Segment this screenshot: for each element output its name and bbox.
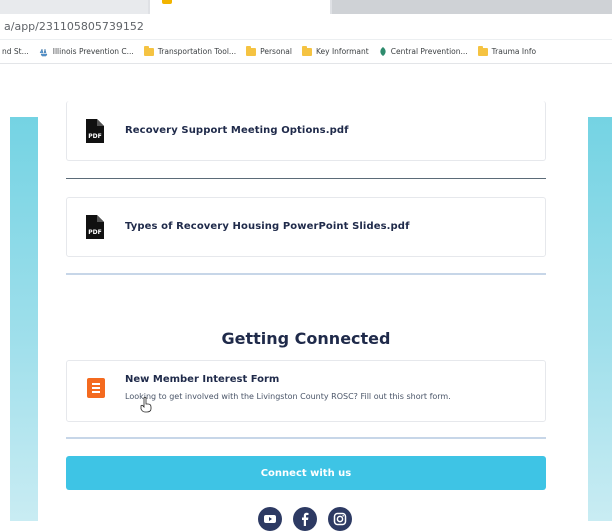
folder-icon	[246, 45, 257, 56]
bookmark-item[interactable]: Central Prevention...	[379, 46, 468, 57]
bookmark-item[interactable]: nd St...	[2, 47, 29, 56]
bookmark-label: Personal	[260, 47, 292, 56]
facebook-icon[interactable]	[293, 507, 317, 531]
file-name[interactable]: Recovery Support Meeting Options.pdf	[125, 125, 349, 136]
bookmark-label: Transportation Tool...	[157, 47, 237, 56]
background-gradient-right	[588, 117, 612, 521]
file-card[interactable]: PDF Types of Recovery Housing PowerPoint…	[66, 197, 546, 257]
divider	[66, 437, 546, 439]
file-card[interactable]: PDF Recovery Support Meeting Options.pdf	[66, 101, 546, 161]
browser-tab[interactable]	[0, 0, 148, 14]
browser-tab-strip	[0, 0, 612, 14]
youtube-icon[interactable]	[258, 507, 282, 531]
pdf-icon-label: PDF	[88, 133, 101, 140]
folder-icon	[143, 45, 154, 56]
bookmark-item[interactable]: Personal	[246, 45, 292, 56]
instagram-icon[interactable]	[328, 507, 352, 531]
bookmark-label: Trauma Info	[491, 47, 537, 56]
pdf-icon: PDF	[86, 215, 104, 239]
bookmark-label: Central Prevention...	[390, 47, 468, 56]
bookmark-label: Key Informant	[315, 47, 369, 56]
background-gradient-left	[10, 117, 38, 521]
bookmark-item[interactable]: Key Informant	[301, 45, 369, 56]
hands-icon	[39, 47, 48, 56]
pdf-icon-label: PDF	[88, 229, 101, 236]
form-title[interactable]: New Member Interest Form	[125, 374, 279, 385]
connect-with-us-button[interactable]: Connect with us	[66, 456, 546, 490]
file-name[interactable]: Types of Recovery Housing PowerPoint Sli…	[125, 221, 410, 232]
divider	[66, 178, 546, 179]
browser-tab-active[interactable]	[150, 0, 330, 14]
leaf-icon	[380, 46, 386, 56]
bookmark-item[interactable]: Transportation Tool...	[143, 45, 237, 56]
hand-cursor-icon	[140, 397, 152, 413]
form-icon	[87, 378, 105, 398]
folder-icon	[477, 45, 488, 56]
bookmark-label: Illinois Prevention C...	[52, 47, 134, 56]
bookmark-item[interactable]: Trauma Info	[477, 45, 537, 56]
section-title: Getting Connected	[221, 329, 391, 348]
address-bar[interactable]: a/app/231105805739152	[0, 14, 612, 40]
form-description: Looking to get involved with the Livings…	[125, 392, 451, 401]
folder-icon	[301, 45, 312, 56]
divider	[66, 273, 546, 275]
pdf-icon: PDF	[86, 119, 104, 143]
page-content: PDF Recovery Support Meeting Options.pdf…	[0, 65, 612, 531]
form-card[interactable]: New Member Interest Form Looking to get …	[66, 360, 546, 422]
bookmarks-bar: nd St... Illinois Prevention C... Transp…	[0, 40, 612, 64]
bookmark-item[interactable]: Illinois Prevention C...	[39, 47, 134, 57]
browser-tab[interactable]	[332, 0, 612, 14]
url-text[interactable]: a/app/231105805739152	[4, 20, 144, 33]
bookmark-label: nd St...	[2, 47, 29, 56]
